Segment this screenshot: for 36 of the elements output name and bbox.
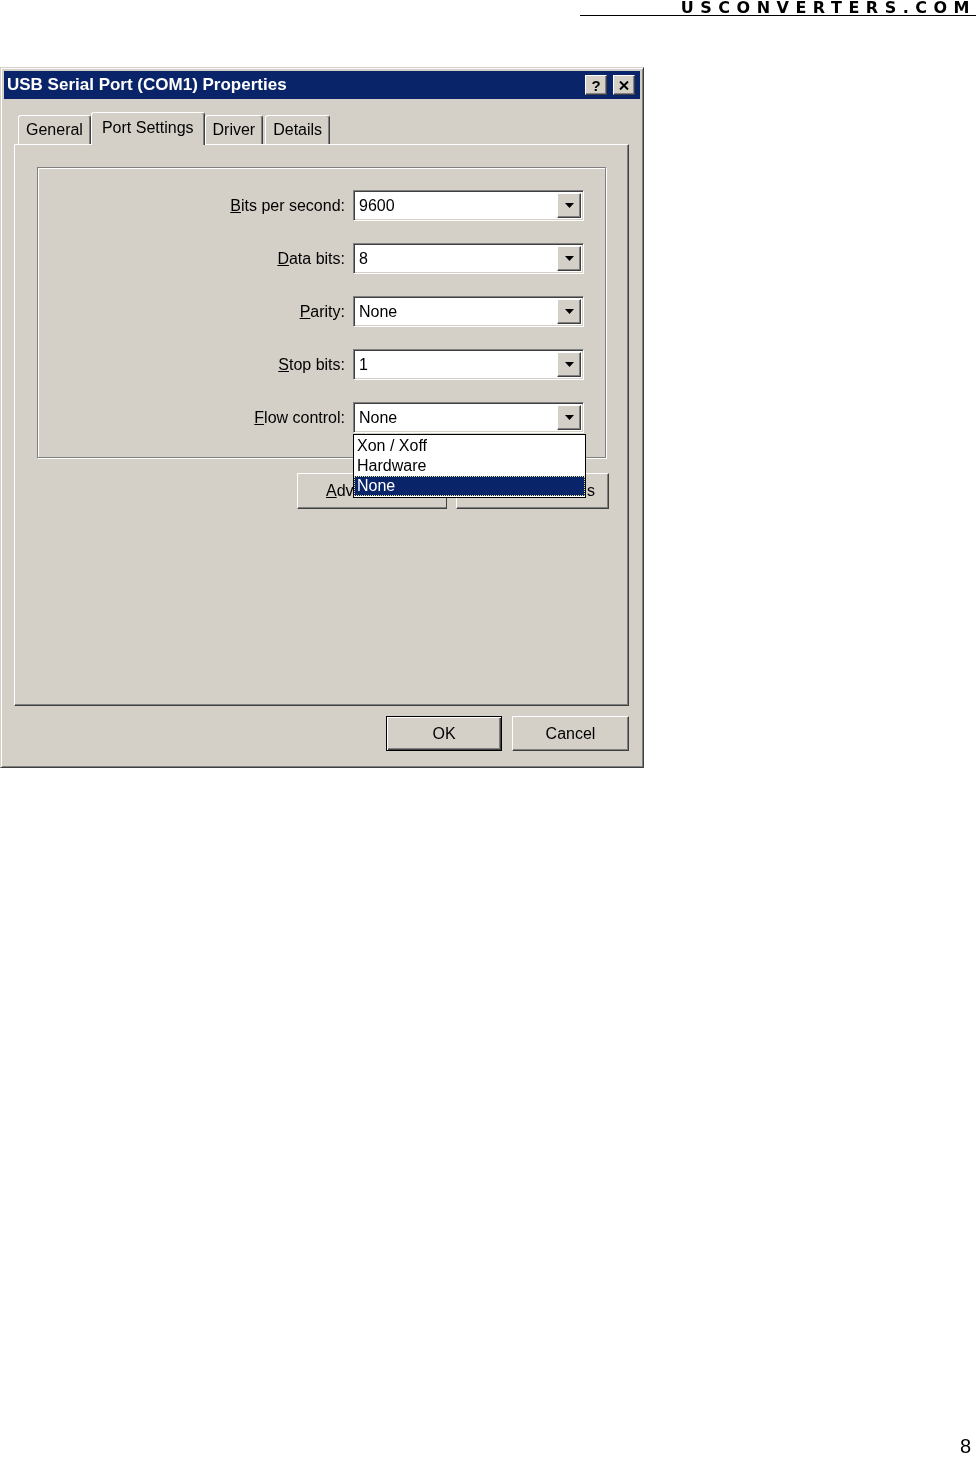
field-label: Flow control: — [253, 407, 345, 428]
list-option[interactable]: Hardware — [354, 456, 585, 476]
dropdown-button[interactable] — [557, 193, 581, 218]
ok-button[interactable]: OK — [386, 716, 502, 751]
field-label: Parity: — [298, 301, 345, 322]
dropdown-field[interactable]: 9600 — [353, 190, 584, 221]
caret-icon — [564, 415, 574, 420]
field-label: Stop bits: — [277, 354, 345, 375]
dropdown-button[interactable] — [557, 246, 581, 271]
covered-button[interactable]: s — [586, 473, 609, 509]
caret-icon — [564, 256, 574, 261]
caret-icon — [564, 203, 574, 208]
tab[interactable]: Driver — [204, 115, 264, 144]
field-label: Bits per second: — [229, 195, 345, 216]
list-option[interactable]: Xon / Xoff — [354, 436, 585, 456]
list-option[interactable]: None — [354, 476, 585, 496]
caret-icon — [564, 362, 574, 367]
site-logo: USCONVERTERS.COM — [680, 0, 976, 15]
field-label: Data bits: — [276, 248, 345, 269]
close-icon — [619, 80, 629, 90]
advanced-button[interactable]: Adv — [297, 473, 353, 509]
dropdown-field[interactable]: None — [353, 296, 584, 327]
tab[interactable]: General — [18, 115, 91, 144]
help-button[interactable]: ? — [585, 75, 607, 95]
dropdown-field[interactable]: 1 — [353, 349, 584, 380]
caret-icon — [564, 309, 574, 314]
window-title: USB Serial Port (COM1) Properties — [7, 74, 288, 97]
close-button[interactable] — [613, 75, 635, 95]
cancel-button[interactable]: Cancel — [512, 716, 629, 751]
dropdown-button[interactable] — [557, 299, 581, 324]
tab[interactable]: Port Settings — [90, 112, 205, 145]
dropdown-field[interactable]: 8 — [353, 243, 584, 274]
dropdown-button[interactable] — [557, 352, 581, 377]
tab[interactable]: Details — [265, 115, 331, 144]
dropdown-button[interactable] — [557, 405, 581, 430]
page-number: 8 — [959, 1435, 972, 1457]
